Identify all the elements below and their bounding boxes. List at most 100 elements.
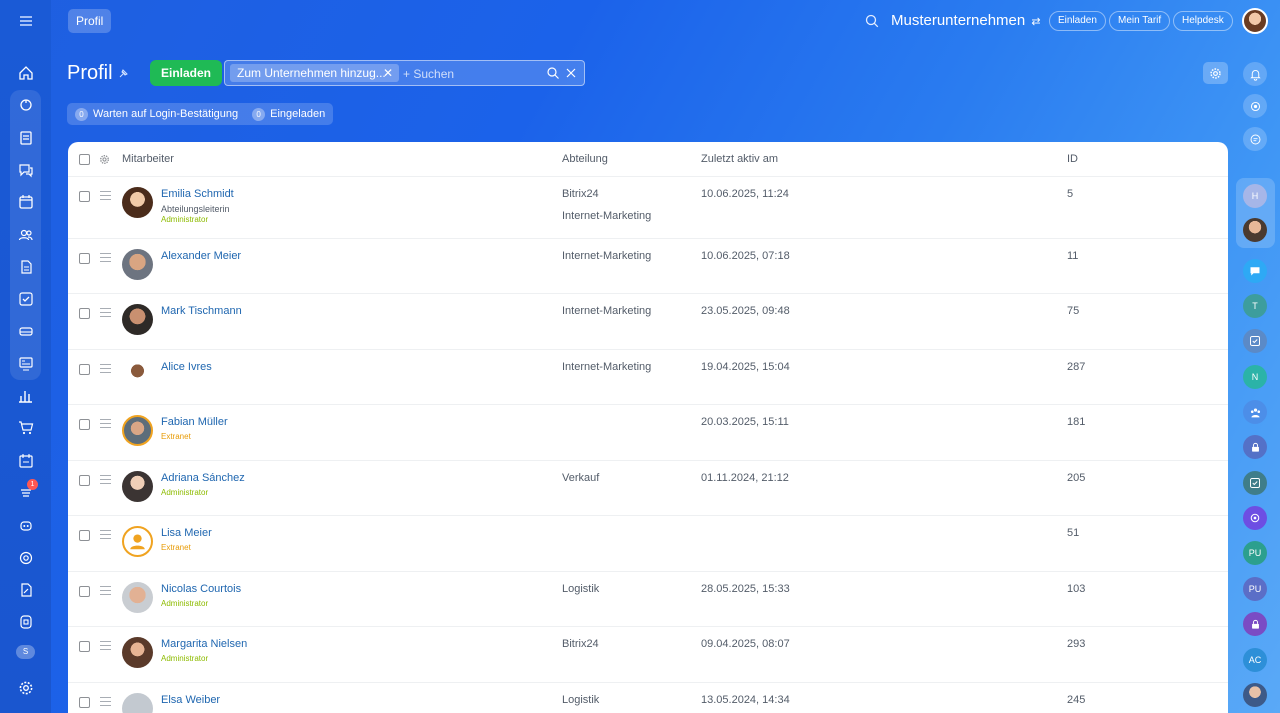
chat-avatar[interactable] <box>1243 683 1267 707</box>
drag-handle-icon[interactable] <box>100 475 111 487</box>
employee-name[interactable]: Adriana Sánchez <box>161 472 245 484</box>
row-checkbox[interactable] <box>79 419 90 430</box>
chat-avatar-ac[interactable]: AC <box>1243 648 1267 672</box>
bot-icon[interactable] <box>12 511 39 538</box>
table-row[interactable]: Margarita Nielsen Administrator Bitrix24 09… <box>68 627 1228 683</box>
avatar[interactable] <box>122 360 153 391</box>
table-row[interactable]: Elsa Weiber Logistik 13.05.2024, 14:34 245 <box>68 683 1228 713</box>
copilot-icon[interactable] <box>1243 94 1267 118</box>
analytics-icon[interactable] <box>12 382 39 409</box>
counter-invited[interactable]: 0 Eingeladen <box>252 107 325 121</box>
chat-avatar-n[interactable]: N <box>1243 365 1267 389</box>
avatar[interactable] <box>122 693 153 713</box>
column-department[interactable]: Abteilung <box>562 153 608 165</box>
home-icon[interactable] <box>12 59 39 86</box>
menu-icon[interactable] <box>12 7 39 34</box>
column-employee[interactable]: Mitarbeiter <box>122 153 174 165</box>
table-row[interactable]: Alexander Meier Internet-Marketing 10.06.2… <box>68 239 1228 294</box>
tariff-button[interactable]: Mein Tarif <box>1109 11 1171 31</box>
task-chat-icon[interactable] <box>1243 471 1267 495</box>
invite-button[interactable]: Einladen <box>150 60 223 86</box>
row-checkbox[interactable] <box>79 475 90 486</box>
table-row[interactable]: Alice Ivres Internet-Marketing 19.04.2025,… <box>68 350 1228 405</box>
invite-top-button[interactable]: Einladen <box>1049 11 1106 31</box>
clear-icon[interactable] <box>565 66 577 80</box>
goals-icon[interactable] <box>12 544 39 571</box>
row-checkbox[interactable] <box>79 586 90 597</box>
column-settings-icon[interactable] <box>99 154 110 165</box>
chat-bubble-icon[interactable] <box>1243 259 1267 283</box>
search-input[interactable] <box>403 65 533 82</box>
employee-name[interactable]: Mark Tischmann <box>161 305 242 317</box>
avatar[interactable] <box>122 637 153 668</box>
row-checkbox[interactable] <box>79 641 90 652</box>
avatar[interactable] <box>122 304 153 335</box>
settings-button[interactable] <box>1203 62 1228 84</box>
avatar[interactable] <box>122 249 153 280</box>
drag-handle-icon[interactable] <box>100 530 111 542</box>
sign-icon[interactable] <box>12 576 39 603</box>
gear-icon[interactable] <box>12 674 39 701</box>
employee-name[interactable]: Elsa Weiber <box>161 694 220 706</box>
filter-search-box[interactable]: Zum Unternehmen hinzug... ✕ <box>224 60 585 86</box>
chat-avatar-h[interactable]: H <box>1243 184 1267 208</box>
table-row[interactable]: Lisa Meier Extranet 51 <box>68 516 1228 572</box>
avatar[interactable] <box>122 187 153 218</box>
shop-icon[interactable] <box>12 414 39 441</box>
calendar-icon[interactable] <box>12 188 39 215</box>
table-row[interactable]: Adriana Sánchez Administrator Verkauf 01.11… <box>68 461 1228 516</box>
employee-name[interactable]: Alexander Meier <box>161 250 241 262</box>
breadcrumb[interactable]: Profil <box>68 9 112 33</box>
drag-handle-icon[interactable] <box>100 364 111 376</box>
chat-avatar[interactable] <box>1243 218 1267 242</box>
chat-avatar-pu[interactable]: PU <box>1243 541 1267 565</box>
drag-handle-icon[interactable] <box>100 697 111 709</box>
user-initial-avatar[interactable]: S <box>16 645 35 659</box>
helpdesk-button[interactable]: Helpdesk <box>1173 11 1233 31</box>
column-last-active[interactable]: Zuletzt aktiv am <box>701 153 778 165</box>
avatar[interactable] <box>122 415 153 446</box>
drag-handle-icon[interactable] <box>100 641 111 653</box>
avatar[interactable] <box>122 471 153 502</box>
drag-handle-icon[interactable] <box>100 308 111 320</box>
booking-icon[interactable] <box>12 447 39 474</box>
employees-icon[interactable] <box>12 221 39 248</box>
feed-icon[interactable] <box>12 124 39 151</box>
row-checkbox[interactable] <box>79 191 90 202</box>
store-icon[interactable] <box>12 608 39 635</box>
employee-name[interactable]: Fabian Müller <box>161 416 228 428</box>
drag-handle-icon[interactable] <box>100 586 111 598</box>
counter-waiting[interactable]: 0 Warten auf Login-Bestätigung <box>75 107 238 121</box>
employee-name[interactable]: Margarita Nielsen <box>161 638 247 650</box>
user-avatar[interactable] <box>1242 8 1268 34</box>
group-chat-icon[interactable] <box>1243 400 1267 424</box>
row-checkbox[interactable] <box>79 530 90 541</box>
avatar[interactable] <box>122 526 153 557</box>
table-row[interactable]: Mark Tischmann Internet-Marketing 23.05.20… <box>68 294 1228 350</box>
row-checkbox[interactable] <box>79 308 90 319</box>
chat-avatar-t[interactable]: T <box>1243 294 1267 318</box>
crm-icon[interactable] <box>12 91 39 118</box>
close-icon[interactable]: ✕ <box>383 64 393 82</box>
employee-name[interactable]: Lisa Meier <box>161 527 212 539</box>
company-switcher[interactable]: Musterunternehmen ⇄ <box>891 12 1041 29</box>
employee-name[interactable]: Alice Ivres <box>161 361 212 373</box>
copilot-chat-icon[interactable] <box>1243 506 1267 530</box>
row-checkbox[interactable] <box>79 253 90 264</box>
bell-icon[interactable] <box>1243 62 1267 86</box>
drag-handle-icon[interactable] <box>100 253 111 265</box>
sites-icon[interactable] <box>12 350 39 377</box>
select-all-checkbox[interactable] <box>79 154 90 165</box>
task-chat-icon[interactable] <box>1243 329 1267 353</box>
tasks-icon[interactable] <box>12 285 39 312</box>
drag-handle-icon[interactable] <box>100 191 111 203</box>
chat-icon[interactable] <box>12 156 39 183</box>
avatar[interactable] <box>122 582 153 613</box>
column-id[interactable]: ID <box>1067 153 1078 165</box>
chat-avatar-pu[interactable]: PU <box>1243 577 1267 601</box>
lock-chat-icon[interactable] <box>1243 435 1267 459</box>
table-row[interactable]: Nicolas Courtois Administrator Logistik 28.… <box>68 572 1228 627</box>
search-icon[interactable] <box>864 13 880 29</box>
table-row[interactable]: Fabian Müller Extranet 20.03.2025, 15:11 18… <box>68 405 1228 461</box>
marketing-icon[interactable]: 1 <box>12 479 39 506</box>
